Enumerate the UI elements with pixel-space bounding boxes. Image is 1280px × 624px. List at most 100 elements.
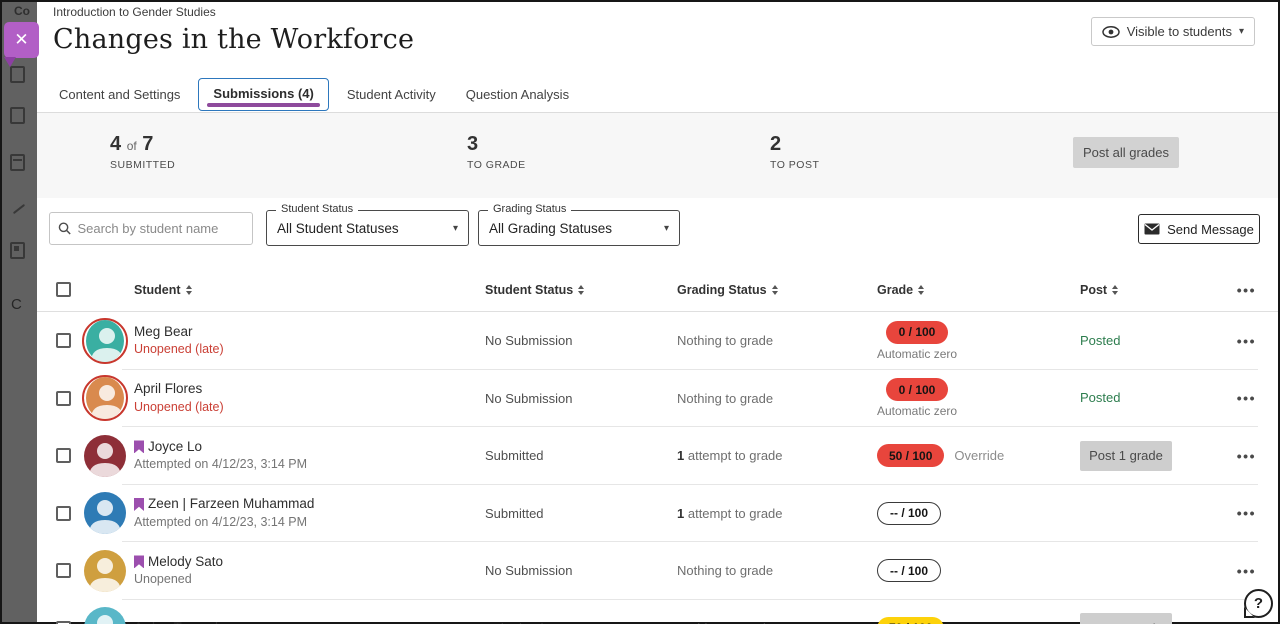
column-grading-status[interactable]: Grading Status: [677, 283, 877, 297]
table-row: Melody Sato Unopened No Submission Nothi…: [37, 542, 1278, 600]
student-status-dropdown[interactable]: Student Status All Student Statuses ▾: [266, 210, 469, 246]
tab-submissions[interactable]: Submissions (4): [198, 78, 328, 111]
avatar: [82, 605, 128, 624]
column-post[interactable]: Post: [1080, 283, 1230, 297]
grade-pill[interactable]: 70 / 100: [877, 617, 944, 624]
tab-student-activity[interactable]: Student Activity: [335, 79, 448, 110]
student-name[interactable]: Arden Tuomala: [134, 620, 226, 624]
question-mark-icon: ?: [1254, 595, 1263, 612]
student-name[interactable]: Zeen | Farzeen Muhammad: [148, 496, 314, 513]
row-checkbox[interactable]: [56, 448, 71, 463]
nav-partial-text-bottom: C: [11, 296, 22, 313]
row-checkbox[interactable]: [56, 506, 71, 521]
sort-icon: [772, 285, 778, 295]
page-header: Introduction to Gender Studies Changes i…: [37, 2, 1278, 77]
grade-pill[interactable]: -- / 100: [877, 502, 941, 525]
post-grade-button[interactable]: Post 1 grade: [1080, 441, 1172, 471]
student-substatus: Unopened: [134, 572, 485, 588]
grade-pill[interactable]: 0 / 100: [886, 378, 948, 401]
table-row: Meg Bear Unopened (late) No Submission N…: [37, 312, 1278, 370]
grading-status-dropdown-label: Grading Status: [488, 203, 571, 215]
person-silhouette-icon: [84, 550, 126, 592]
student-substatus: Attempted on 4/12/23, 3:14 PM: [134, 457, 485, 473]
search-input[interactable]: [77, 221, 244, 236]
calendar-icon: [10, 107, 25, 124]
eye-icon: [1102, 26, 1120, 38]
table-row: Zeen | Farzeen Muhammad Attempted on 4/1…: [37, 485, 1278, 543]
nav-partial-text-top: Co: [14, 4, 30, 18]
row-options-icon[interactable]: •••: [1237, 563, 1278, 579]
tab-content-and-settings[interactable]: Content and Settings: [47, 79, 192, 110]
student-status-cell: Submitted: [485, 506, 677, 521]
visibility-dropdown[interactable]: Visible to students ▾: [1091, 17, 1255, 46]
post-cell: Posted: [1080, 332, 1230, 350]
student-name[interactable]: Meg Bear: [134, 324, 193, 341]
grading-status-cell: Nothing to grade: [677, 563, 877, 578]
grade-cell: 0 / 100 Automatic zero: [877, 378, 1080, 418]
grade-pill[interactable]: -- / 100: [877, 559, 941, 582]
select-all-checkbox[interactable]: [56, 282, 71, 297]
grading-status-cell: Nothing to grade: [677, 391, 877, 406]
person-silhouette-icon: [84, 435, 126, 477]
avatar: [82, 318, 128, 364]
post-cell: Post 1 grade: [1080, 441, 1230, 471]
student-name[interactable]: April Flores: [134, 381, 202, 398]
grade-note: Automatic zero: [877, 404, 957, 418]
send-message-label: Send Message: [1167, 222, 1254, 237]
column-student-status[interactable]: Student Status: [485, 283, 677, 297]
sort-icon: [918, 285, 924, 295]
gradebook-icon: [10, 154, 25, 171]
to-grade-label: TO GRADE: [467, 159, 526, 171]
submitted-of: of: [127, 139, 137, 153]
student-name[interactable]: Joyce Lo: [148, 439, 202, 456]
student-search[interactable]: [49, 212, 253, 245]
column-grade[interactable]: Grade: [877, 283, 1080, 297]
grading-status-dropdown[interactable]: Grading Status All Grading Statuses ▾: [478, 210, 680, 246]
row-options-icon[interactable]: •••: [1237, 390, 1278, 406]
override-label: Override: [954, 448, 1004, 463]
table-options-icon[interactable]: •••: [1237, 282, 1278, 298]
row-checkbox[interactable]: [56, 563, 71, 578]
help-button[interactable]: ?: [1244, 589, 1273, 618]
person-silhouette-icon: [86, 320, 124, 362]
grade-cell: -- / 100: [877, 559, 1080, 582]
row-options-icon[interactable]: •••: [1237, 620, 1278, 624]
grade-note: Automatic zero: [877, 347, 957, 361]
student-name[interactable]: Melody Sato: [148, 554, 223, 571]
stat-to-post: 2 TO POST: [770, 133, 819, 171]
row-checkbox[interactable]: [56, 391, 71, 406]
student-status-cell: No Submission: [485, 563, 677, 578]
table-header: Student Student Status Grading Status Gr…: [37, 268, 1278, 312]
tag-icon: [10, 242, 25, 259]
tab-question-analysis[interactable]: Question Analysis: [454, 79, 581, 110]
grade-pill[interactable]: 50 / 100: [877, 444, 944, 467]
column-student[interactable]: Student: [134, 283, 485, 297]
post-grade-button[interactable]: Post 1 grade: [1080, 613, 1172, 624]
grade-pill[interactable]: 0 / 100: [886, 321, 948, 344]
student-status-dropdown-value: All Student Statuses: [277, 221, 399, 236]
avatar: [82, 375, 128, 421]
close-panel-button[interactable]: ✕: [4, 22, 39, 58]
document-icon: [10, 66, 25, 83]
send-message-button[interactable]: Send Message: [1138, 214, 1260, 244]
row-options-icon[interactable]: •••: [1237, 448, 1278, 464]
close-icon: ✕: [14, 30, 28, 50]
submitted-count: 4: [110, 133, 121, 155]
avatar: [82, 490, 128, 536]
row-options-icon[interactable]: •••: [1237, 505, 1278, 521]
student-status-cell: No Submission: [485, 333, 677, 348]
bookmark-icon: [134, 440, 144, 453]
submitted-total: 7: [142, 133, 153, 155]
filter-row: Student Status All Student Statuses ▾ Gr…: [37, 198, 1278, 268]
sort-icon: [578, 285, 584, 295]
row-options-icon[interactable]: •••: [1237, 333, 1278, 349]
student-substatus: Unopened (late): [134, 400, 485, 416]
stat-to-grade: 3 TO GRADE: [467, 133, 526, 171]
table-row: April Flores Unopened (late) No Submissi…: [37, 370, 1278, 428]
row-checkbox[interactable]: [56, 333, 71, 348]
grade-cell: -- / 100: [877, 502, 1080, 525]
post-all-grades-button[interactable]: Post all grades: [1073, 137, 1179, 168]
person-silhouette-icon: [84, 607, 126, 624]
student-substatus: Unopened (late): [134, 342, 485, 358]
avatar: [82, 548, 128, 594]
